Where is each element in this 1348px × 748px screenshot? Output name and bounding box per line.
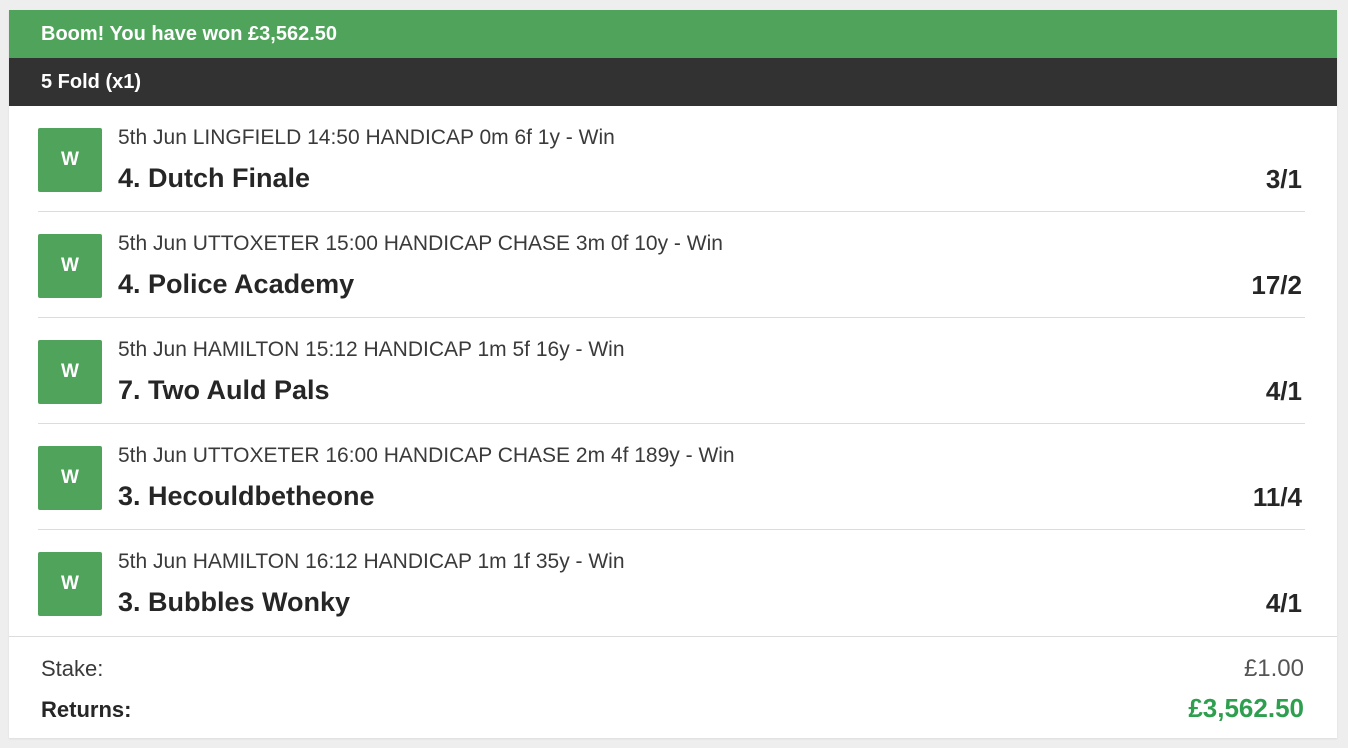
stake-row: Stake: £1.00	[41, 655, 1304, 683]
runner-name: 7. Two Auld Pals	[118, 375, 330, 405]
selection-row: W 5th Jun UTTOXETER 15:00 HANDICAP CHASE…	[38, 212, 1305, 318]
win-result-badge: W	[38, 552, 102, 616]
runner-name: 3. Bubbles Wonky	[118, 587, 351, 617]
bet-type-header: 5 Fold (x1)	[9, 58, 1337, 106]
bet-card: Boom! You have won £3,562.50 5 Fold (x1)…	[9, 10, 1337, 738]
event-description: 5th Jun HAMILTON 15:12 HANDICAP 1m 5f 16…	[118, 338, 625, 361]
win-result-badge: W	[38, 128, 102, 192]
event-description: 5th Jun UTTOXETER 16:00 HANDICAP CHASE 2…	[118, 444, 735, 467]
odds-value: 11/4	[1252, 482, 1302, 512]
selection-row: W 5th Jun LINGFIELD 14:50 HANDICAP 0m 6f…	[38, 106, 1305, 212]
win-result-badge: W	[38, 446, 102, 510]
odds-value: 3/1	[1265, 164, 1302, 194]
selection-row: W 5th Jun HAMILTON 16:12 HANDICAP 1m 1f …	[38, 530, 1305, 636]
runner-name: 3. Hecouldbetheone	[118, 481, 375, 511]
event-description: 5th Jun HAMILTON 16:12 HANDICAP 1m 1f 35…	[118, 550, 625, 573]
stake-value: £1.00	[1243, 655, 1304, 682]
stake-label: Stake:	[41, 656, 104, 681]
event-description: 5th Jun LINGFIELD 14:50 HANDICAP 0m 6f 1…	[118, 126, 615, 149]
returns-row: Returns: £3,562.50	[41, 693, 1304, 724]
returns-label: Returns:	[41, 697, 132, 722]
runner-name: 4. Police Academy	[118, 269, 355, 299]
event-description: 5th Jun UTTOXETER 15:00 HANDICAP CHASE 3…	[118, 232, 723, 255]
selection-row: W 5th Jun UTTOXETER 16:00 HANDICAP CHASE…	[38, 424, 1305, 530]
win-result-badge: W	[38, 234, 102, 298]
odds-value: 4/1	[1265, 376, 1302, 406]
selection-list: W 5th Jun LINGFIELD 14:50 HANDICAP 0m 6f…	[9, 106, 1337, 636]
runner-name: 4. Dutch Finale	[118, 163, 311, 193]
odds-value: 17/2	[1251, 270, 1302, 300]
bet-summary: Stake: £1.00 Returns: £3,562.50	[9, 636, 1337, 738]
odds-value: 4/1	[1265, 588, 1302, 618]
selection-row: W 5th Jun HAMILTON 15:12 HANDICAP 1m 5f …	[38, 318, 1305, 424]
returns-value: £3,562.50	[1188, 693, 1304, 723]
win-banner: Boom! You have won £3,562.50	[9, 10, 1337, 58]
win-result-badge: W	[38, 340, 102, 404]
